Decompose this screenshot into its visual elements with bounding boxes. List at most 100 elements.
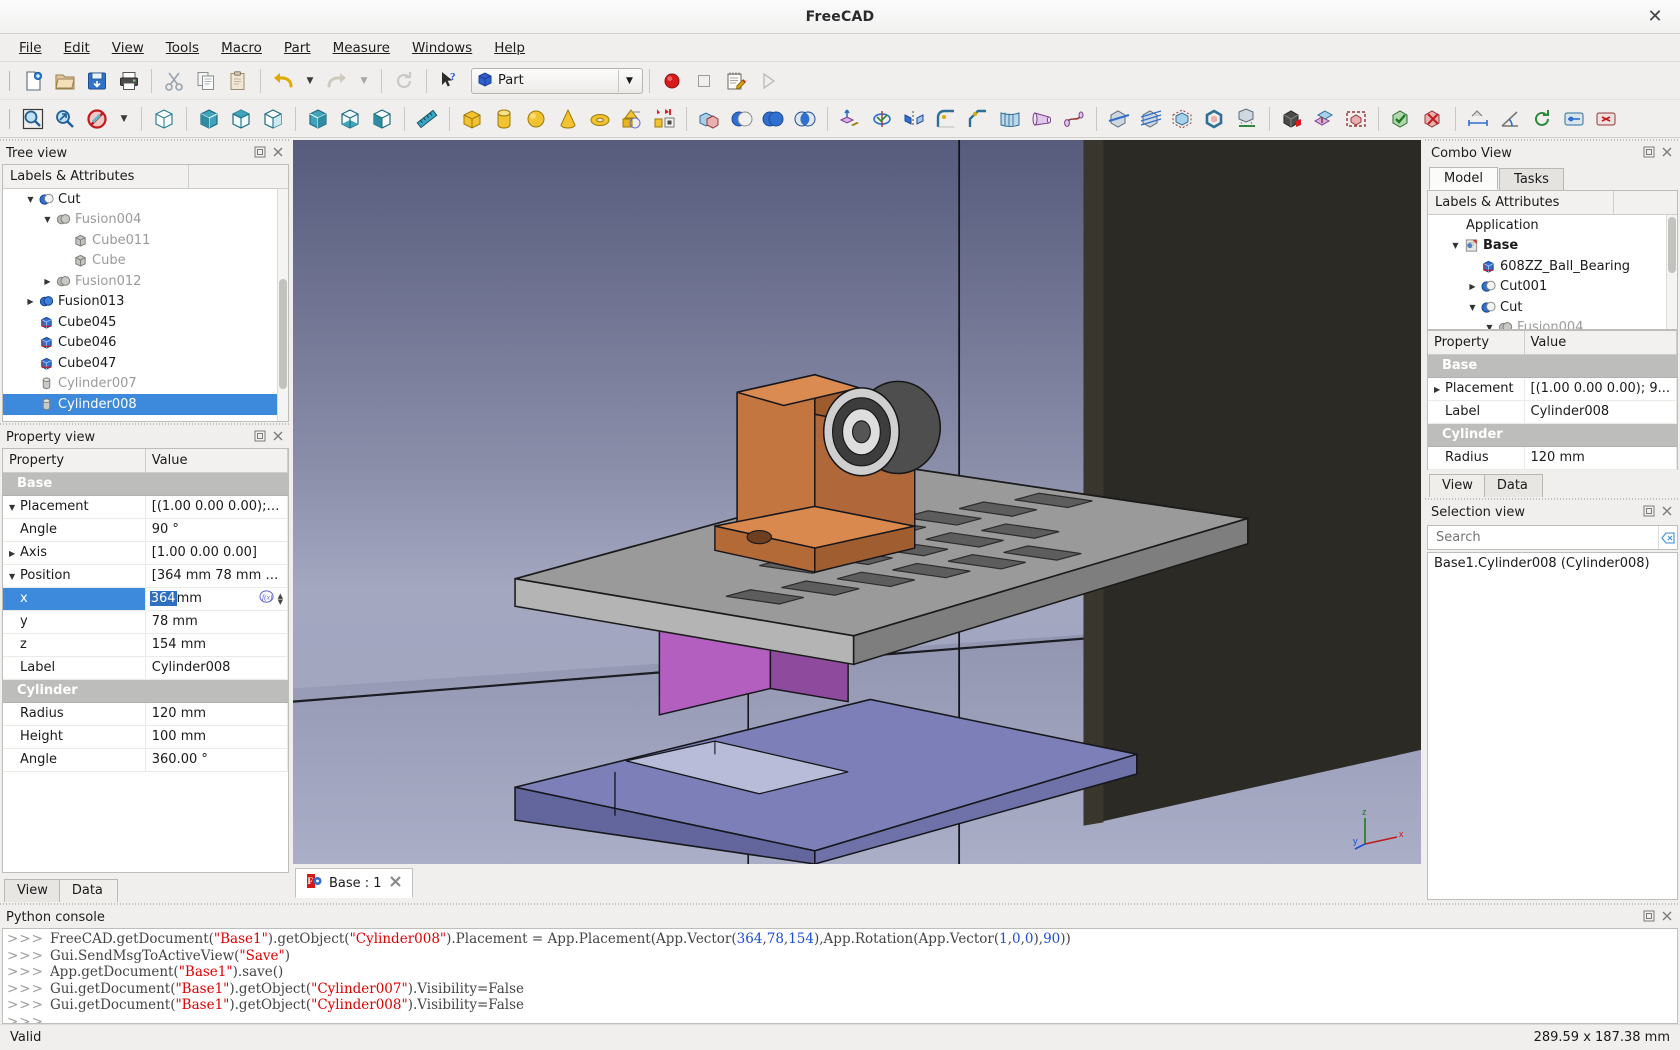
property-row-placement[interactable]: ▶ Placement [(1.00 0.00 0.00); 9... xyxy=(1428,377,1677,401)
menu-windows[interactable]: Windows xyxy=(401,36,483,60)
close-icon[interactable] xyxy=(1660,504,1676,520)
property-row-x[interactable]: x 364 mm f(x) ▲ ▼ xyxy=(3,587,289,611)
common-button[interactable] xyxy=(789,104,821,134)
undo-button[interactable] xyxy=(267,66,299,96)
macro-record-button[interactable] xyxy=(656,66,688,96)
close-icon[interactable] xyxy=(271,429,287,445)
tree-body[interactable]: ▼ Cut ▼ Fusion004 Cube011 Cube ▶ Fusion012 ▶ Fusi… xyxy=(3,189,288,421)
spin-down-icon[interactable]: ▼ xyxy=(278,598,283,605)
close-icon[interactable] xyxy=(389,875,402,892)
combo-tree-scrollbar[interactable] xyxy=(1666,215,1677,329)
combo-tab-view[interactable]: View xyxy=(1429,474,1488,497)
tree-item-application[interactable]: Application xyxy=(1428,215,1677,236)
print-button[interactable] xyxy=(113,66,145,96)
whats-this-button[interactable]: ? xyxy=(433,66,465,96)
property-value[interactable]: 120 mm xyxy=(145,702,289,726)
tab-model[interactable]: Model xyxy=(1429,167,1499,190)
tree-item-cube[interactable]: Cube xyxy=(3,251,288,272)
menu-help[interactable]: Help xyxy=(483,36,536,60)
tree-item-fusion004[interactable]: ▼ Fusion004 xyxy=(3,210,288,231)
create-primitives-button[interactable] xyxy=(616,104,648,134)
new-document-button[interactable] xyxy=(17,66,49,96)
property-row-placement[interactable]: ▼Placement[(1.00 0.00 0.00); 90 °; (364 … xyxy=(3,495,289,519)
loft-button[interactable] xyxy=(1026,104,1058,134)
python-console-output[interactable]: >>> FreeCAD.getDocument("Base1").getObjec… xyxy=(2,928,1678,1024)
search-input[interactable] xyxy=(1434,529,1659,546)
defeaturing-button[interactable] xyxy=(1417,104,1449,134)
front-view-button[interactable] xyxy=(193,104,225,134)
chevron-right-icon[interactable]: ▶ xyxy=(1466,282,1479,291)
measure-refresh-button[interactable] xyxy=(1526,104,1558,134)
property-value[interactable]: [1.00 0.00 0.00] xyxy=(145,541,289,565)
workbench-selector[interactable]: Part ▼ xyxy=(471,67,643,94)
right-view-button[interactable] xyxy=(257,104,289,134)
menu-part[interactable]: Part xyxy=(273,36,322,60)
menu-view[interactable]: View xyxy=(101,36,155,60)
draw-style-button[interactable] xyxy=(81,104,113,134)
tree-item-cut001[interactable]: ▶ Cut001 xyxy=(1428,277,1677,298)
property-value[interactable]: [(1.00 0.00 0.00); 9... xyxy=(1524,377,1677,401)
revolve-button[interactable] xyxy=(866,104,898,134)
color-per-face-button[interactable] xyxy=(1276,104,1308,134)
close-icon[interactable]: ✕ xyxy=(1644,6,1666,28)
list-item[interactable]: Base1.Cylinder008 (Cylinder008) xyxy=(1434,556,1671,571)
chevron-down-icon[interactable]: ▼ xyxy=(618,69,640,92)
measure-clear-all-button[interactable] xyxy=(1590,104,1622,134)
projection-button[interactable] xyxy=(1231,104,1263,134)
section-button[interactable] xyxy=(1103,104,1135,134)
spinbox-arrows[interactable]: ▲ ▼ xyxy=(278,592,283,605)
sphere-primitive-button[interactable] xyxy=(520,104,552,134)
fit-selection-button[interactable] xyxy=(49,104,81,134)
property-value[interactable]: 154 mm xyxy=(145,633,289,657)
selection-search-box[interactable] xyxy=(1427,525,1678,550)
close-icon[interactable] xyxy=(271,145,287,161)
boolean-button[interactable] xyxy=(693,104,725,134)
tree-item-cut[interactable]: ▼ Cut xyxy=(3,189,288,210)
property-value[interactable]: 364 mm f(x) ▲ ▼ xyxy=(145,587,289,611)
tab-tasks[interactable]: Tasks xyxy=(1499,168,1564,190)
copy-button[interactable] xyxy=(190,66,222,96)
combo-tree-body[interactable]: Application ▼ Base 608ZZ_Ball_Bearing ▶ Cut00… xyxy=(1428,215,1677,329)
menu-measure[interactable]: Measure xyxy=(322,36,401,60)
draw-style-dropdown-button[interactable]: ▼ xyxy=(113,104,135,134)
chevron-down-icon[interactable]: ▼ xyxy=(9,503,20,512)
property-row-angle[interactable]: Angle 90 ° xyxy=(3,518,289,542)
toolbar-grip[interactable] xyxy=(7,68,14,93)
property-row-label[interactable]: Label Cylinder008 xyxy=(3,656,289,680)
property-value[interactable]: 120 mm xyxy=(1524,446,1677,470)
document-tab[interactable]: F Base : 1 xyxy=(295,868,413,898)
fillet-button[interactable] xyxy=(930,104,962,134)
chevron-down-icon[interactable]: ▼ xyxy=(1483,323,1496,329)
clear-search-icon[interactable] xyxy=(1658,526,1677,549)
property-row-radius[interactable]: Radius 120 mm xyxy=(1428,446,1677,470)
tree-item-cut[interactable]: ▼ Cut xyxy=(1428,297,1677,318)
tree-item-fusion012[interactable]: ▶ Fusion012 xyxy=(3,271,288,292)
cut-boolean-button[interactable] xyxy=(725,104,757,134)
save-document-button[interactable] xyxy=(81,66,113,96)
menu-tools[interactable]: Tools xyxy=(155,36,210,60)
measure-linear-button[interactable] xyxy=(1462,104,1494,134)
tab-view[interactable]: View xyxy=(4,879,63,902)
property-row-z[interactable]: z 154 mm xyxy=(3,633,289,657)
property-value[interactable]: 100 mm xyxy=(145,725,289,749)
check-geometry-button[interactable] xyxy=(1385,104,1417,134)
menu-file[interactable]: File xyxy=(8,36,53,60)
close-icon[interactable] xyxy=(1660,145,1676,161)
redo-dropdown-button[interactable]: ▼ xyxy=(353,66,375,96)
float-icon[interactable] xyxy=(1642,909,1658,925)
left-view-button[interactable] xyxy=(366,104,398,134)
measure-angular-button[interactable] xyxy=(1494,104,1526,134)
macros-dialog-button[interactable] xyxy=(720,66,752,96)
view-3d[interactable]: z x y xyxy=(293,140,1421,864)
chevron-down-icon[interactable]: ▼ xyxy=(1449,241,1462,250)
float-icon[interactable] xyxy=(1642,145,1658,161)
property-value[interactable]: [(1.00 0.00 0.00); 90 °; (364 ... xyxy=(145,495,289,519)
torus-primitive-button[interactable] xyxy=(584,104,616,134)
tree-item-cube011[interactable]: Cube011 xyxy=(3,230,288,251)
property-value[interactable]: Cylinder008 xyxy=(1524,400,1677,424)
float-icon[interactable] xyxy=(253,145,269,161)
property-value[interactable]: 90 ° xyxy=(145,518,289,542)
chevron-right-icon[interactable]: ▶ xyxy=(9,549,20,558)
fit-all-button[interactable] xyxy=(17,104,49,134)
chevron-right-icon[interactable]: ▶ xyxy=(24,297,37,306)
